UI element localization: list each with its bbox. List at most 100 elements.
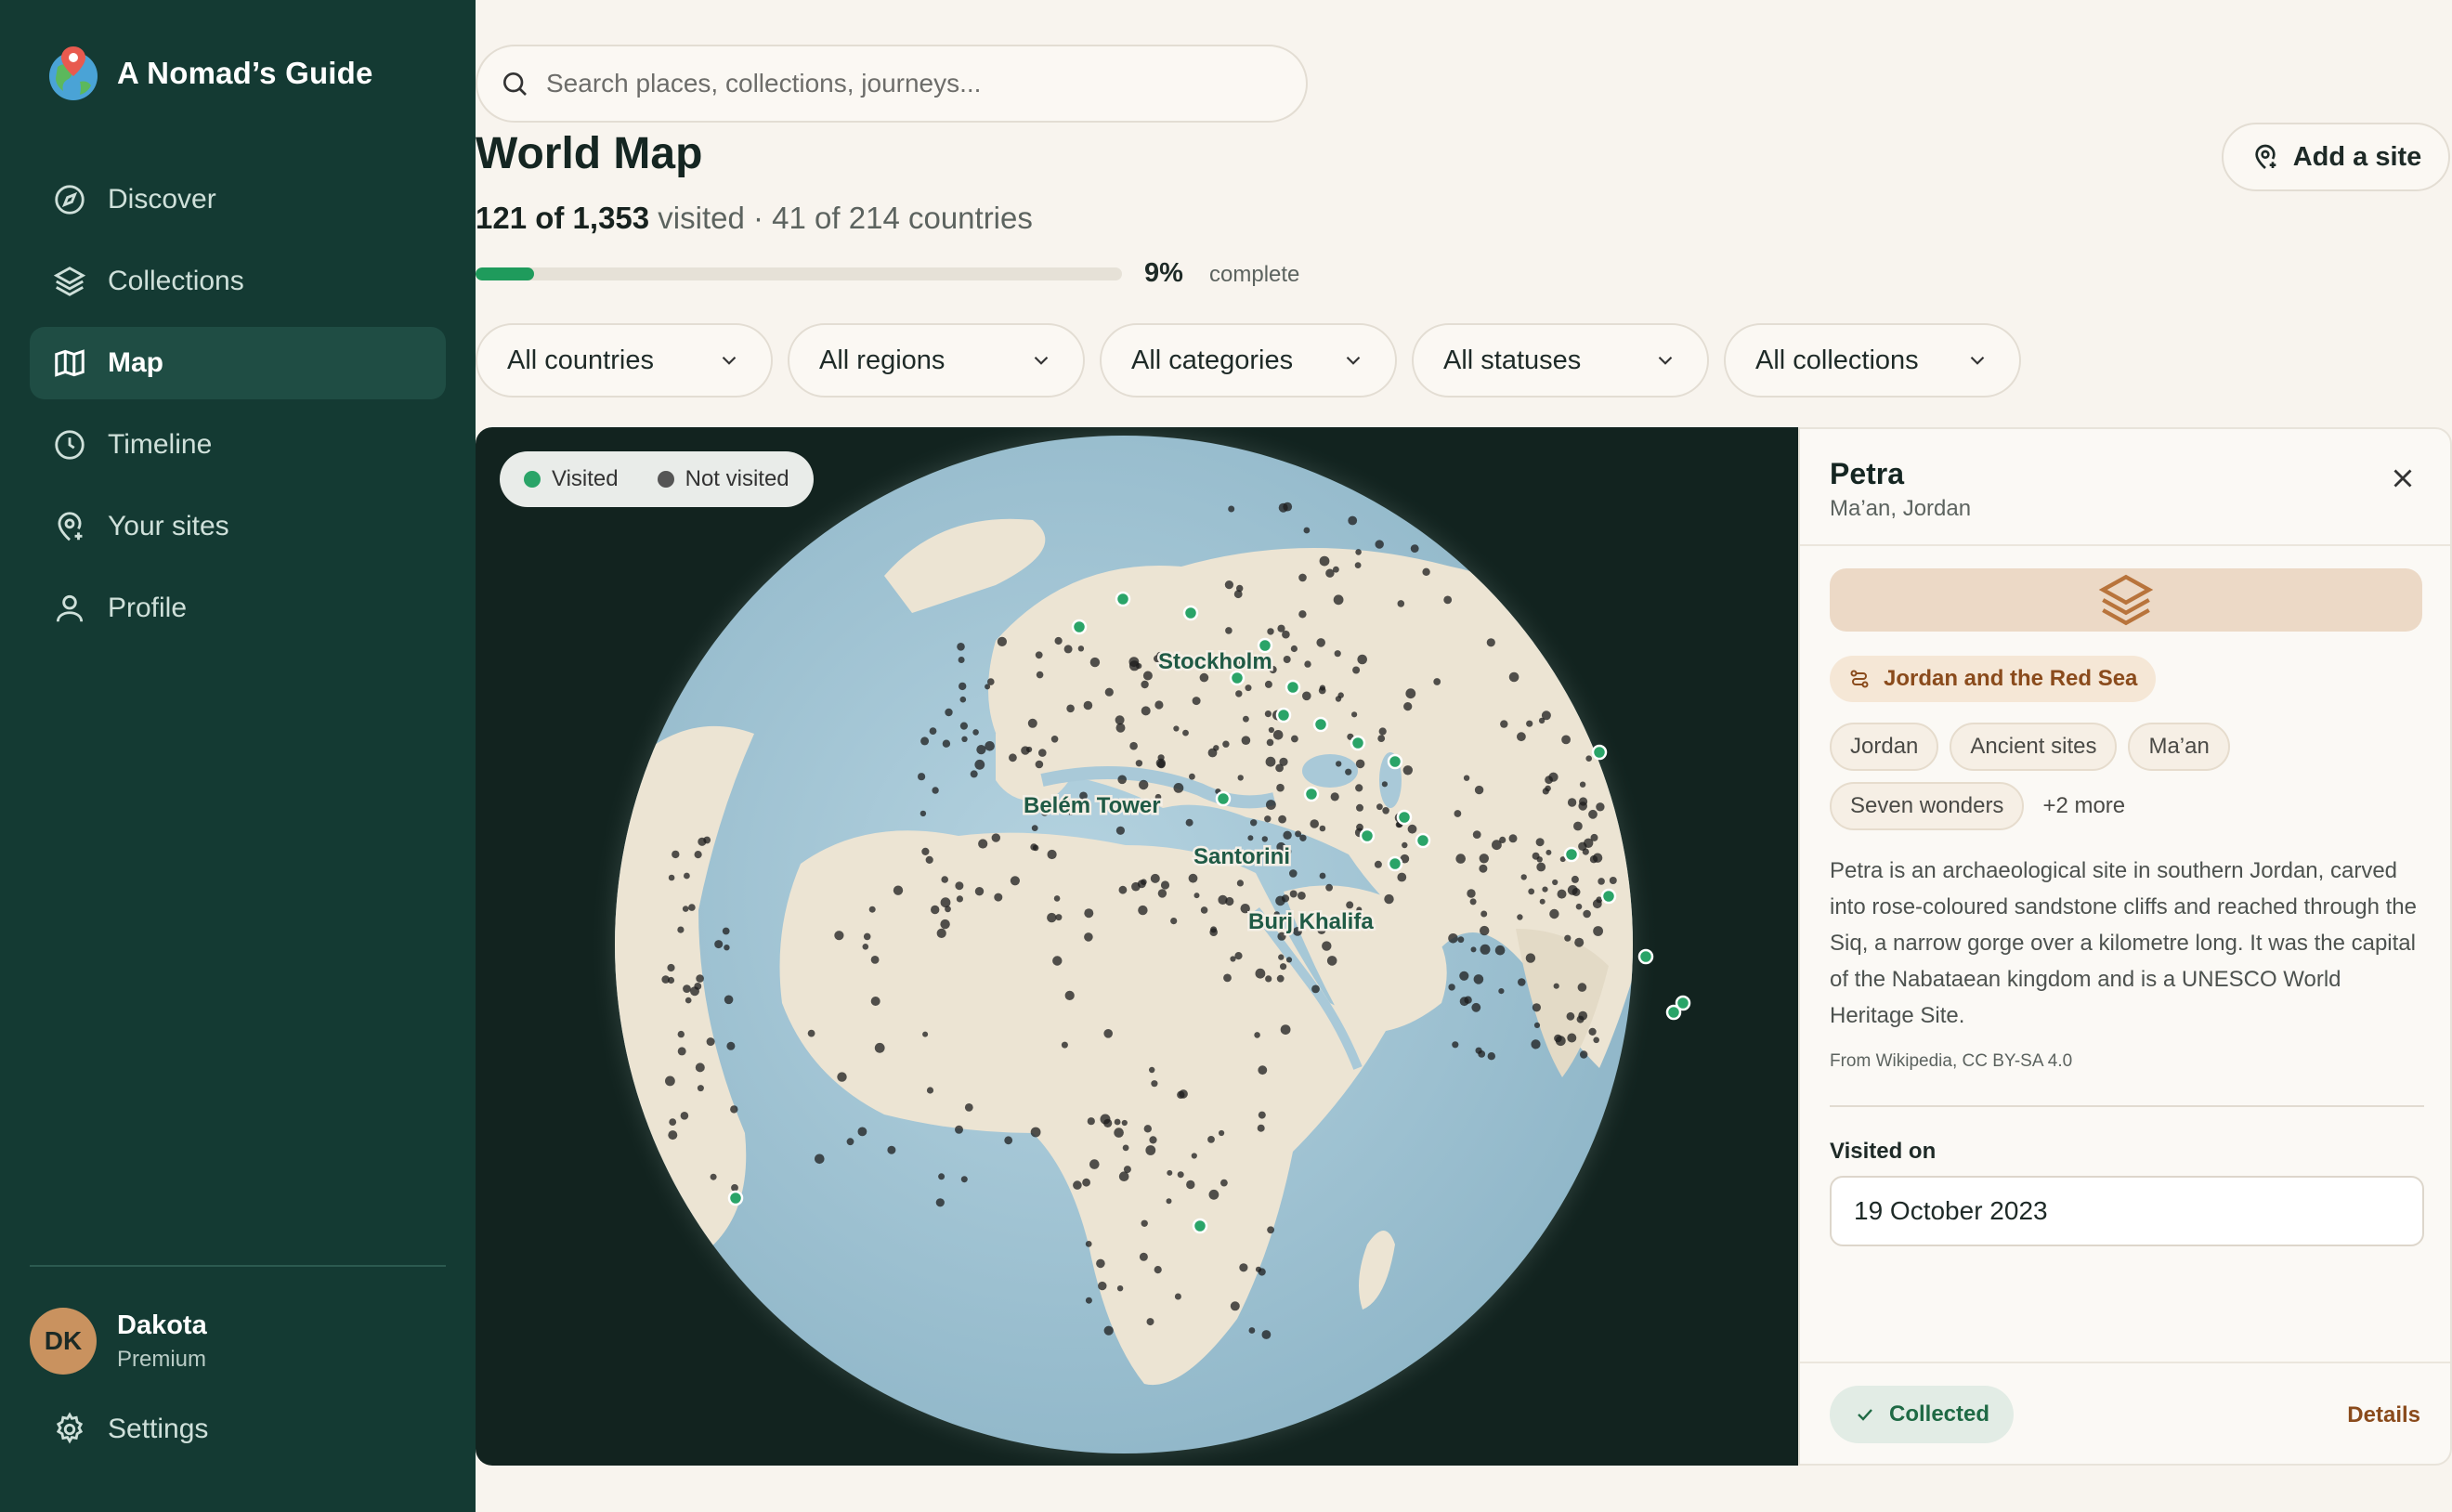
site-marker[interactable]: [1265, 756, 1276, 767]
site-marker[interactable]: [668, 1130, 678, 1141]
site-marker[interactable]: [1405, 688, 1416, 699]
site-marker[interactable]: [1278, 954, 1285, 960]
site-marker[interactable]: [1141, 1219, 1148, 1227]
site-marker[interactable]: [1087, 1117, 1095, 1126]
site-marker[interactable]: [1278, 815, 1286, 824]
filter-countries[interactable]: All countries: [476, 323, 773, 398]
site-marker[interactable]: [1077, 645, 1085, 652]
site-marker[interactable]: [1141, 680, 1149, 689]
site-marker[interactable]: [1276, 974, 1285, 983]
site-marker[interactable]: [1145, 1145, 1156, 1155]
site-marker[interactable]: [1557, 889, 1567, 899]
site-marker[interactable]: [1525, 953, 1536, 963]
site-marker[interactable]: [1138, 905, 1148, 916]
site-marker[interactable]: [974, 759, 985, 770]
site-marker[interactable]: [1555, 1036, 1566, 1047]
site-marker[interactable]: [1142, 671, 1153, 681]
site-marker[interactable]: [667, 976, 675, 984]
site-marker[interactable]: [1150, 873, 1160, 883]
site-marker[interactable]: [1054, 636, 1063, 645]
site-marker[interactable]: [1208, 1189, 1219, 1200]
site-marker[interactable]: [976, 745, 986, 755]
site-marker[interactable]: [1261, 836, 1268, 842]
site-marker[interactable]: [1255, 968, 1266, 979]
site-marker[interactable]: [1267, 628, 1274, 635]
site-marker[interactable]: [1157, 760, 1166, 769]
visited-date-field[interactable]: [1830, 1176, 2424, 1246]
site-marker[interactable]: [1539, 898, 1546, 905]
site-marker[interactable]: [1532, 1003, 1541, 1012]
site-marker[interactable]: [807, 1029, 815, 1037]
site-marker[interactable]: [1236, 584, 1244, 593]
site-marker[interactable]: [1064, 990, 1075, 1000]
site-marker[interactable]: [1564, 934, 1572, 942]
site-marker[interactable]: [957, 643, 965, 651]
site-marker[interactable]: [1131, 881, 1141, 892]
site-marker[interactable]: [667, 963, 675, 972]
site-marker[interactable]: [1277, 624, 1285, 632]
site-marker[interactable]: [1237, 775, 1244, 781]
site-marker[interactable]: [1330, 792, 1339, 802]
site-marker[interactable]: [1266, 800, 1276, 810]
site-marker[interactable]: [1382, 807, 1389, 815]
site-marker[interactable]: [1375, 540, 1384, 549]
visited-site-marker[interactable]: [1285, 679, 1301, 696]
site-marker[interactable]: [978, 839, 988, 849]
site-marker[interactable]: [925, 855, 933, 864]
site-marker[interactable]: [1480, 910, 1488, 918]
site-marker[interactable]: [1567, 1033, 1577, 1043]
site-marker[interactable]: [1566, 1011, 1575, 1021]
site-marker[interactable]: [1114, 1118, 1121, 1126]
site-marker[interactable]: [1457, 936, 1465, 944]
site-marker[interactable]: [961, 736, 968, 742]
tag[interactable]: Seven wonders: [1830, 782, 2025, 830]
site-marker[interactable]: [1122, 1144, 1129, 1152]
site-marker[interactable]: [1542, 886, 1548, 893]
site-marker[interactable]: [1213, 745, 1219, 751]
site-marker[interactable]: [991, 833, 1000, 842]
site-marker[interactable]: [722, 927, 730, 935]
site-marker[interactable]: [1265, 975, 1272, 983]
site-marker[interactable]: [1026, 746, 1033, 753]
site-marker[interactable]: [1189, 773, 1195, 780]
site-marker[interactable]: [1173, 725, 1180, 732]
site-marker[interactable]: [1258, 1268, 1266, 1276]
site-marker[interactable]: [1467, 889, 1476, 898]
add-site-button[interactable]: Add a site: [2222, 123, 2450, 191]
site-marker[interactable]: [1472, 830, 1481, 839]
site-marker[interactable]: [1167, 1169, 1173, 1176]
site-marker[interactable]: [1326, 956, 1337, 966]
more-tags-link[interactable]: +2 more: [2035, 793, 2125, 819]
site-marker[interactable]: [669, 1118, 677, 1126]
site-marker[interactable]: [1254, 1032, 1260, 1038]
site-marker[interactable]: [677, 1030, 685, 1038]
site-marker[interactable]: [1455, 854, 1466, 864]
site-marker[interactable]: [1333, 566, 1339, 573]
site-marker[interactable]: [724, 945, 730, 951]
site-marker[interactable]: [1177, 1171, 1184, 1179]
site-marker[interactable]: [1083, 700, 1093, 710]
search-input[interactable]: [546, 69, 1271, 98]
site-marker[interactable]: [1552, 879, 1559, 886]
site-marker[interactable]: [1266, 738, 1274, 747]
site-marker[interactable]: [1061, 1041, 1068, 1049]
site-marker[interactable]: [1302, 691, 1311, 701]
globe[interactable]: Stockholm Belém Tower Santorini Burj Khalif…: [476, 427, 1798, 1466]
site-marker[interactable]: [1115, 723, 1126, 733]
site-marker[interactable]: [964, 1103, 973, 1112]
site-marker[interactable]: [1459, 971, 1469, 981]
site-marker[interactable]: [945, 906, 951, 913]
site-marker[interactable]: [1352, 666, 1361, 674]
filter-regions[interactable]: All regions: [788, 323, 1085, 398]
visited-site-marker[interactable]: [1192, 1218, 1208, 1234]
visited-site-marker[interactable]: [1275, 707, 1292, 723]
site-marker[interactable]: [1151, 1080, 1158, 1088]
site-marker[interactable]: [1355, 549, 1362, 555]
site-marker[interactable]: [1574, 937, 1585, 947]
site-marker[interactable]: [1526, 720, 1533, 727]
site-marker[interactable]: [1463, 775, 1470, 781]
site-marker[interactable]: [1403, 702, 1413, 711]
site-marker[interactable]: [1234, 952, 1243, 960]
site-marker[interactable]: [1377, 735, 1386, 742]
site-marker[interactable]: [1283, 656, 1291, 663]
